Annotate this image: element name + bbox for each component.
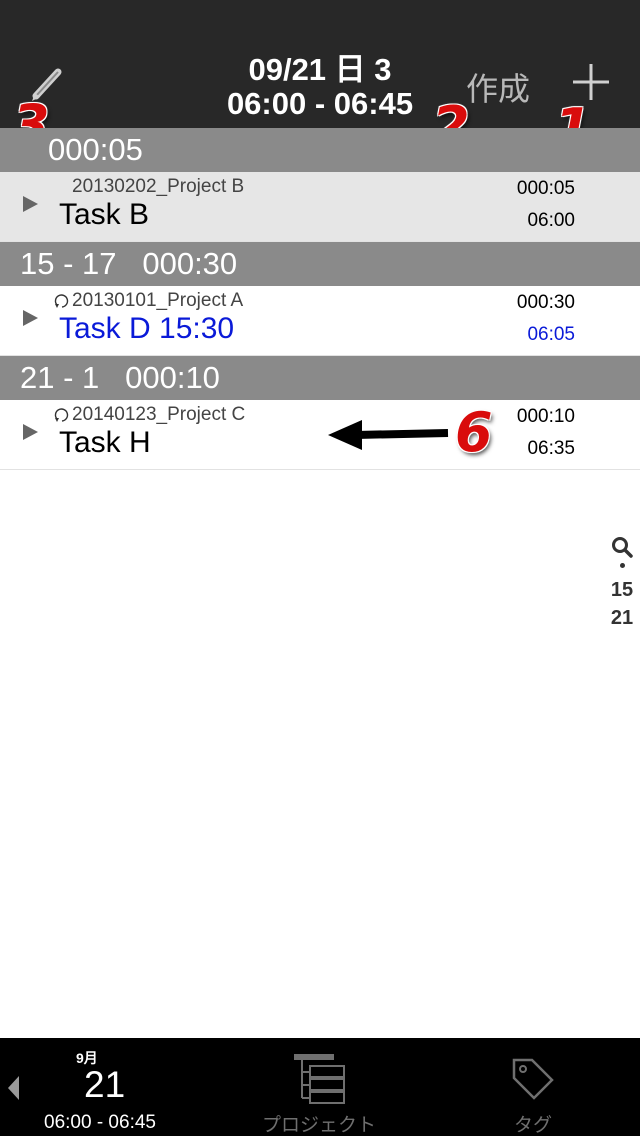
disclosure-triangle-icon[interactable] <box>23 424 38 440</box>
task-start-time: 06:35 <box>527 438 575 459</box>
task-duration: 000:05 <box>516 178 575 199</box>
project-name: 20140123_Project C <box>72 404 246 425</box>
repeat-icon <box>54 408 69 422</box>
tab-tag[interactable]: タグ <box>514 1110 552 1137</box>
section-index[interactable]: 15 21 <box>600 535 640 632</box>
index-dot <box>619 563 625 568</box>
search-icon[interactable] <box>610 535 634 559</box>
project-tree-icon[interactable] <box>292 1052 348 1104</box>
back-arrow-icon[interactable] <box>8 1076 19 1100</box>
section-label: 21 - 1 000:10 <box>20 360 220 395</box>
project-name: 20130202_Project B <box>72 176 245 197</box>
tag-icon[interactable] <box>508 1054 556 1102</box>
plus-icon[interactable] <box>571 62 611 102</box>
header-date: 09/21 日 3 <box>248 52 392 87</box>
annotation-badge-6: 6 <box>455 401 493 464</box>
index-item[interactable]: 21 <box>600 604 640 632</box>
task-row[interactable]: 20130101_Project A Task D 15:30 000:30 0… <box>0 286 640 356</box>
row-project: 20130101_Project A <box>54 290 243 312</box>
section-label: 15 - 17 000:30 <box>20 246 238 281</box>
tab-project[interactable]: プロジェクト <box>262 1110 376 1137</box>
index-item[interactable]: 15 <box>600 576 640 604</box>
project-name: 20130101_Project A <box>72 290 244 311</box>
tab-bar: 9月 21 06:00 - 06:45 プロジェクト タグ <box>0 1038 640 1136</box>
section-header: 000:05 <box>0 128 640 172</box>
create-button[interactable]: 作成 <box>466 64 530 110</box>
disclosure-triangle-icon[interactable] <box>23 196 38 212</box>
task-title: Task B <box>59 198 150 231</box>
task-start-time: 06:05 <box>527 324 575 345</box>
section-label: 000:05 <box>48 132 143 167</box>
repeat-icon <box>54 294 69 308</box>
task-start-time: 06:00 <box>527 210 575 231</box>
section-header: 21 - 1 000:10 <box>0 356 640 400</box>
row-project: 20130202_Project B <box>54 176 244 198</box>
nav-header: 09/21 日 3 06:00 - 06:45 作成 <box>0 0 640 128</box>
header-time-range: 06:00 - 06:45 <box>226 86 414 121</box>
row-project: 20140123_Project C <box>54 404 245 426</box>
task-duration: 000:10 <box>516 406 575 427</box>
disclosure-triangle-icon[interactable] <box>23 310 38 326</box>
task-title: Task D 15:30 <box>59 312 235 345</box>
task-row[interactable]: 20130202_Project B Task B 000:05 06:00 <box>0 172 640 242</box>
task-title: Task H <box>59 426 151 459</box>
section-header: 15 - 17 000:30 <box>0 242 640 286</box>
task-row[interactable]: 20140123_Project C Task H 000:10 06:35 <box>0 400 640 470</box>
tab-time-range: 06:00 - 06:45 <box>44 1112 156 1133</box>
annotation-arrow-icon <box>328 420 449 450</box>
task-duration: 000:30 <box>516 292 575 313</box>
tab-day[interactable]: 21 <box>84 1064 125 1106</box>
